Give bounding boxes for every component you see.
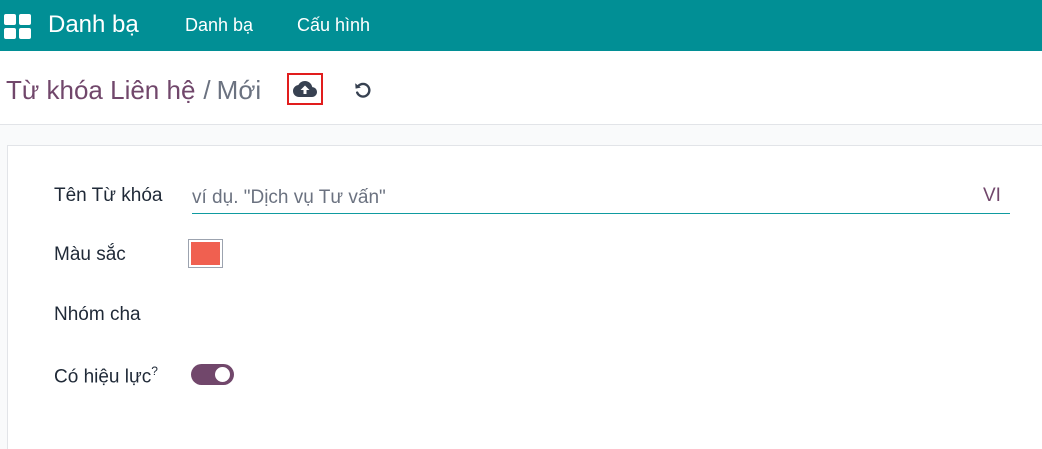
language-button[interactable]: VI xyxy=(983,185,1001,207)
undo-icon xyxy=(355,82,371,98)
breadcrumb-current: Mới xyxy=(216,75,262,105)
active-label: Có hiệu lực? xyxy=(54,364,158,388)
breadcrumb-separator: / xyxy=(203,75,211,105)
color-picker[interactable] xyxy=(188,239,223,268)
save-button[interactable] xyxy=(287,73,323,105)
control-panel: Từ khóa Liên hệ / Mới xyxy=(0,51,1042,125)
color-swatch-fill xyxy=(191,242,220,265)
tag-name-input[interactable] xyxy=(192,182,1010,214)
apps-grid-icon[interactable] xyxy=(4,12,32,39)
top-navbar: Danh bạ Danh bạ Cấu hình xyxy=(0,0,1042,51)
name-label: Tên Từ khóa xyxy=(54,185,163,206)
menu-item-configuration[interactable]: Cấu hình xyxy=(297,15,370,36)
breadcrumb-parent-link[interactable]: Từ khóa Liên hệ xyxy=(6,75,195,105)
active-toggle[interactable] xyxy=(191,364,234,385)
menu-item-contacts[interactable]: Danh bạ xyxy=(185,15,253,36)
active-label-text: Có hiệu lực xyxy=(54,366,152,388)
cloud-upload-icon xyxy=(293,81,317,97)
breadcrumb: Từ khóa Liên hệ / Mới xyxy=(6,75,261,106)
toggle-knob xyxy=(215,367,230,382)
parent-label: Nhóm cha xyxy=(54,304,141,325)
color-label: Màu sắc xyxy=(54,244,126,265)
app-title[interactable]: Danh bạ xyxy=(48,11,139,39)
discard-button[interactable] xyxy=(349,76,377,104)
help-tooltip-marker[interactable]: ? xyxy=(151,364,158,378)
parent-category-input[interactable] xyxy=(192,302,1010,330)
